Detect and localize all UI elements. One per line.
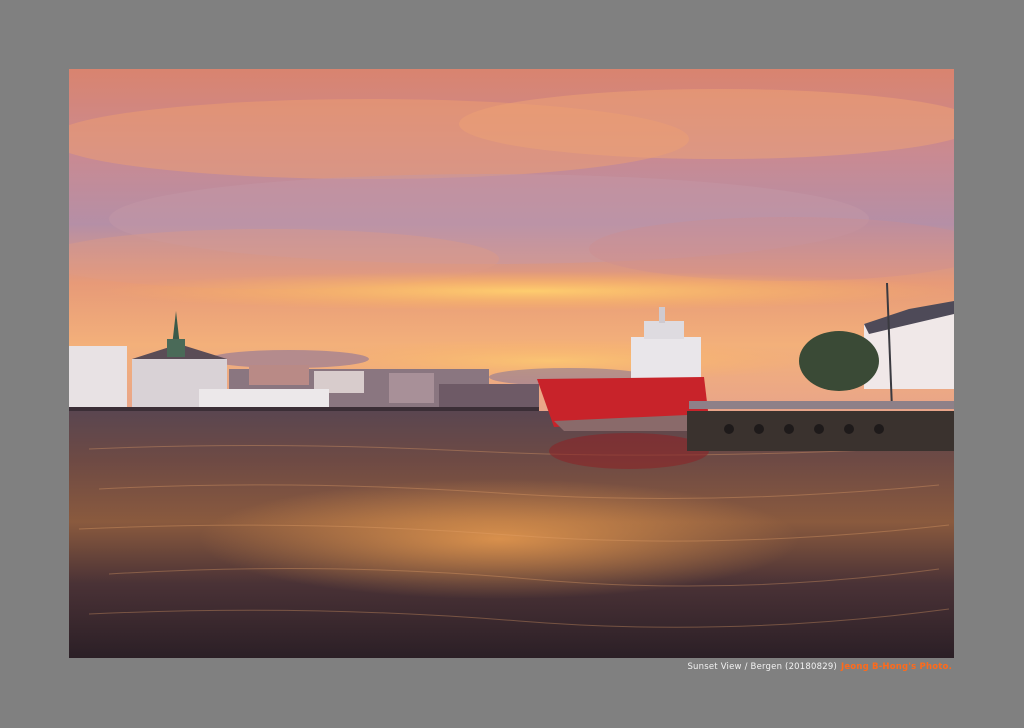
ship-reflection	[549, 433, 709, 469]
caption-description: Sunset View / Bergen (20180829)	[687, 662, 837, 672]
caption-credit: Jeong B-Hong's Photo.	[840, 662, 952, 672]
sunset-glow-band	[99, 271, 954, 311]
harbor-sunset-photo	[69, 69, 954, 658]
sky-reflection	[199, 479, 799, 599]
photo-frame	[69, 69, 954, 658]
photo-caption: Sunset View / Bergen (20180829) Jeong B-…	[687, 662, 952, 672]
